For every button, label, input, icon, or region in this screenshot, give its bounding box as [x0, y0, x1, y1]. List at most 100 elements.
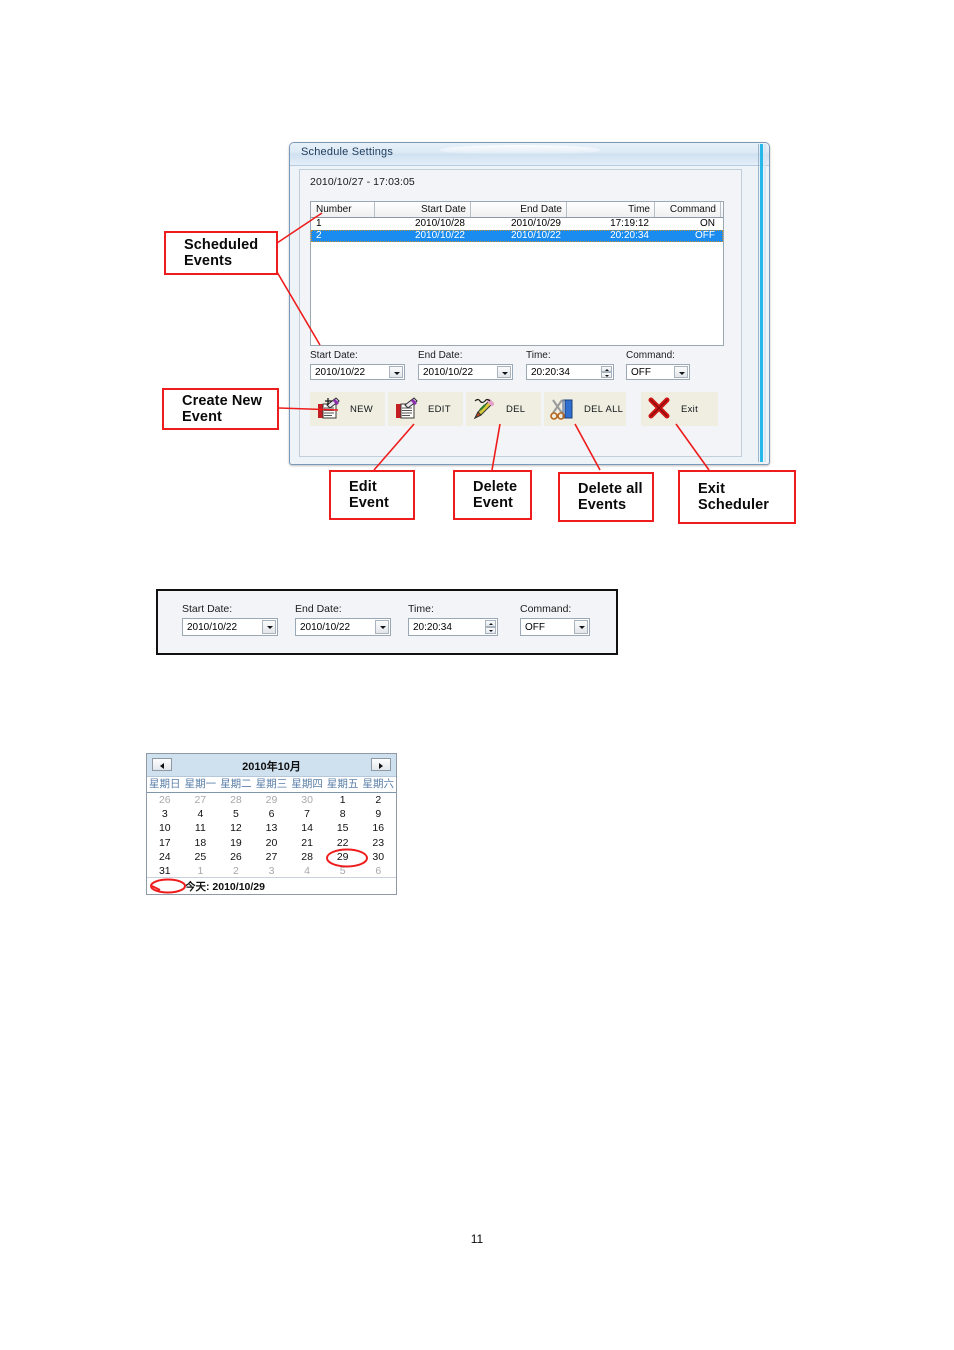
- cell-number: 2: [316, 230, 322, 241]
- end-date-group: End Date: 2010/10/22: [418, 350, 513, 380]
- weekday-sunday: 星期日: [149, 778, 181, 790]
- calendar-day-cell[interactable]: 29: [325, 850, 361, 864]
- calendar-day-cell[interactable]: 18: [183, 836, 219, 850]
- del-button-label: DEL: [506, 403, 526, 415]
- calendar-day-cell[interactable]: 30: [289, 793, 325, 807]
- end-date-input[interactable]: 2010/10/22: [418, 364, 513, 380]
- calendar-day-cell[interactable]: 1: [325, 793, 361, 807]
- calendar-day-cell[interactable]: 7: [289, 807, 325, 821]
- next-month-button[interactable]: [371, 758, 391, 771]
- chevron-down-icon[interactable]: [674, 366, 688, 378]
- detail-start-date-input[interactable]: 2010/10/22: [182, 618, 278, 636]
- calendar-week-row: 24 25 26 27 28 29 30: [147, 850, 396, 864]
- chevron-down-icon[interactable]: [375, 620, 389, 634]
- window-titlebar[interactable]: Schedule Settings: [290, 143, 769, 166]
- spinner-down-icon[interactable]: [485, 627, 496, 634]
- table-row[interactable]: 2 2010/10/22 2010/10/22 20:20:34 OFF: [311, 230, 723, 242]
- column-header-start-date[interactable]: Start Date: [375, 202, 471, 217]
- detail-time-label: Time:: [408, 603, 434, 615]
- calendar-day-cell[interactable]: 2: [360, 793, 396, 807]
- calendar-day-cell[interactable]: 29: [254, 793, 290, 807]
- callout-edit-event: Edit Event: [329, 470, 415, 520]
- calendar-day-cell[interactable]: 31: [147, 864, 183, 878]
- callout-create-new-event-label: Create New Event: [182, 392, 262, 425]
- del-all-button[interactable]: DEL ALL: [544, 392, 626, 426]
- new-button-label: NEW: [350, 403, 374, 415]
- command-label: Command:: [626, 350, 675, 361]
- calendar-day-cell[interactable]: 1: [183, 864, 219, 878]
- calendar-day-cell[interactable]: 19: [218, 836, 254, 850]
- calendar-week-row: 3456789: [147, 807, 396, 821]
- start-date-group: Start Date: 2010/10/22: [310, 350, 405, 380]
- calendar-day-cell[interactable]: 13: [254, 821, 290, 835]
- column-header-command[interactable]: Command: [655, 202, 721, 217]
- spinner-down-icon[interactable]: [601, 372, 612, 378]
- start-date-value: 2010/10/22: [315, 367, 366, 378]
- window-right-border: [758, 144, 759, 462]
- calendar-day-cell[interactable]: 15: [325, 821, 361, 835]
- chevron-down-icon[interactable]: [262, 620, 276, 634]
- calendar-day-cell[interactable]: 17: [147, 836, 183, 850]
- command-group: Command: OFF: [626, 350, 690, 380]
- calendar-day-cell[interactable]: 6: [254, 807, 290, 821]
- command-select[interactable]: OFF: [626, 364, 690, 380]
- calendar-day-cell[interactable]: 10: [147, 821, 183, 835]
- weekday-monday: 星期一: [184, 778, 217, 790]
- calendar-day-cell[interactable]: 21: [289, 836, 325, 850]
- del-all-button-label: DEL ALL: [584, 403, 624, 415]
- cell-number: 1: [316, 218, 322, 229]
- detail-end-date-input[interactable]: 2010/10/22: [295, 618, 391, 636]
- spinner-up-icon[interactable]: [485, 620, 496, 627]
- table-row[interactable]: 1 2010/10/28 2010/10/29 17:19:12 ON: [311, 218, 723, 230]
- calendar-day-cell[interactable]: 14: [289, 821, 325, 835]
- chevron-down-icon[interactable]: [389, 366, 403, 378]
- calendar-day-cell[interactable]: 5: [325, 864, 361, 878]
- calendar-day-cell[interactable]: 4: [289, 864, 325, 878]
- calendar-day-cell[interactable]: 26: [147, 793, 183, 807]
- calendar-day-cell[interactable]: 3: [254, 864, 290, 878]
- calendar-day-cell[interactable]: 2: [218, 864, 254, 878]
- command-value: OFF: [631, 367, 651, 378]
- exit-button[interactable]: Exit: [641, 392, 718, 426]
- callout-scheduled-events: Scheduled Events: [164, 231, 278, 275]
- detail-time-input[interactable]: 20:20:34: [408, 618, 498, 636]
- calendar-day-cell[interactable]: 23: [360, 836, 396, 850]
- calendar-day-cell[interactable]: 28: [218, 793, 254, 807]
- calendar-day-cell[interactable]: 22: [325, 836, 361, 850]
- calendar-day-cell[interactable]: 30: [360, 850, 396, 864]
- calendar-day-cell[interactable]: 11: [183, 821, 219, 835]
- calendar-day-cell[interactable]: 25: [183, 850, 219, 864]
- calendar-day-cell[interactable]: 9: [360, 807, 396, 821]
- grid-header-row: Number Start Date End Date Time Command: [311, 202, 723, 218]
- calendar-day-cell[interactable]: 5: [218, 807, 254, 821]
- callout-create-new-event: Create New Event: [162, 388, 279, 430]
- edit-button[interactable]: EDIT: [388, 392, 463, 426]
- date-picker-calendar[interactable]: 2010年10月 星期日 星期一 星期二 星期三 星期四 星期五 星期六 26 2…: [146, 753, 397, 895]
- calendar-day-cell[interactable]: 27: [254, 850, 290, 864]
- detail-command-select[interactable]: OFF: [520, 618, 590, 636]
- calendar-day-cell[interactable]: 26: [218, 850, 254, 864]
- new-button[interactable]: NEW: [310, 392, 385, 426]
- calendar-day-cell[interactable]: 8: [325, 807, 361, 821]
- calendar-day-cell[interactable]: 6: [360, 864, 396, 878]
- scissors-book-icon: [549, 396, 575, 422]
- calendar-day-cell[interactable]: 4: [183, 807, 219, 821]
- calendar-day-cell[interactable]: 3: [147, 807, 183, 821]
- calendar-day-cell[interactable]: 27: [183, 793, 219, 807]
- scheduled-events-grid[interactable]: Number Start Date End Date Time Command …: [310, 201, 724, 346]
- column-header-number[interactable]: Number: [311, 202, 375, 217]
- del-button[interactable]: DEL: [466, 392, 541, 426]
- column-header-end-date[interactable]: End Date: [471, 202, 567, 217]
- window-title: Schedule Settings: [301, 146, 394, 158]
- chevron-down-icon[interactable]: [574, 620, 588, 634]
- calendar-day-cell[interactable]: 28: [289, 850, 325, 864]
- column-header-time[interactable]: Time: [567, 202, 655, 217]
- chevron-down-icon[interactable]: [497, 366, 511, 378]
- calendar-day-cell[interactable]: 16: [360, 821, 396, 835]
- time-input[interactable]: 20:20:34: [526, 364, 614, 380]
- calendar-day-cell[interactable]: 20: [254, 836, 290, 850]
- calendar-day-cell[interactable]: 24: [147, 850, 183, 864]
- start-date-input[interactable]: 2010/10/22: [310, 364, 405, 380]
- weekday-friday: 星期五: [326, 778, 359, 790]
- calendar-day-cell[interactable]: 12: [218, 821, 254, 835]
